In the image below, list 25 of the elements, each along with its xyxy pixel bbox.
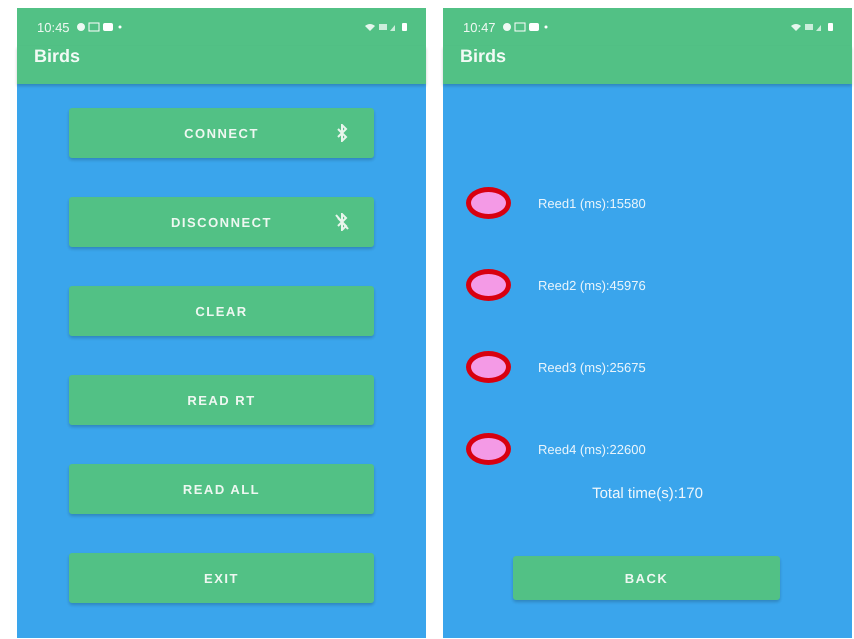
action-button[interactable]: BACK [513,556,780,600]
reed-reading: Reed3 (ms):25675 [538,360,646,374]
bluetooth-button[interactable]: DISCONNECT [69,197,374,247]
app-title: Birds [34,46,80,67]
app-title: Birds [460,46,506,67]
bluetooth-button[interactable]: CONNECT [69,108,374,158]
action-button[interactable]: CLEAR [69,286,374,336]
action-button[interactable]: READ RT [69,375,374,425]
total-time: Total time(s):170 [592,485,703,502]
bluetooth-off-icon [334,213,350,231]
reed-indicator [466,351,511,383]
reed-reading: Reed4 (ms):22600 [538,442,646,456]
signal-battery-icons [364,22,408,32]
action-button[interactable]: EXIT [69,553,374,603]
signal-battery-icons [790,22,834,32]
action-button[interactable]: READ ALL [69,464,374,514]
reed-indicator [466,433,511,465]
reed-indicator [466,269,511,301]
reed-reading: Reed1 (ms):15580 [538,196,646,210]
reed-reading: Reed2 (ms):45976 [538,278,646,292]
notification-icons [76,22,122,32]
clock-time: 10:45 [37,20,70,34]
clock-time: 10:47 [463,20,496,34]
reed-indicator [466,187,511,219]
notification-icons [502,22,548,32]
